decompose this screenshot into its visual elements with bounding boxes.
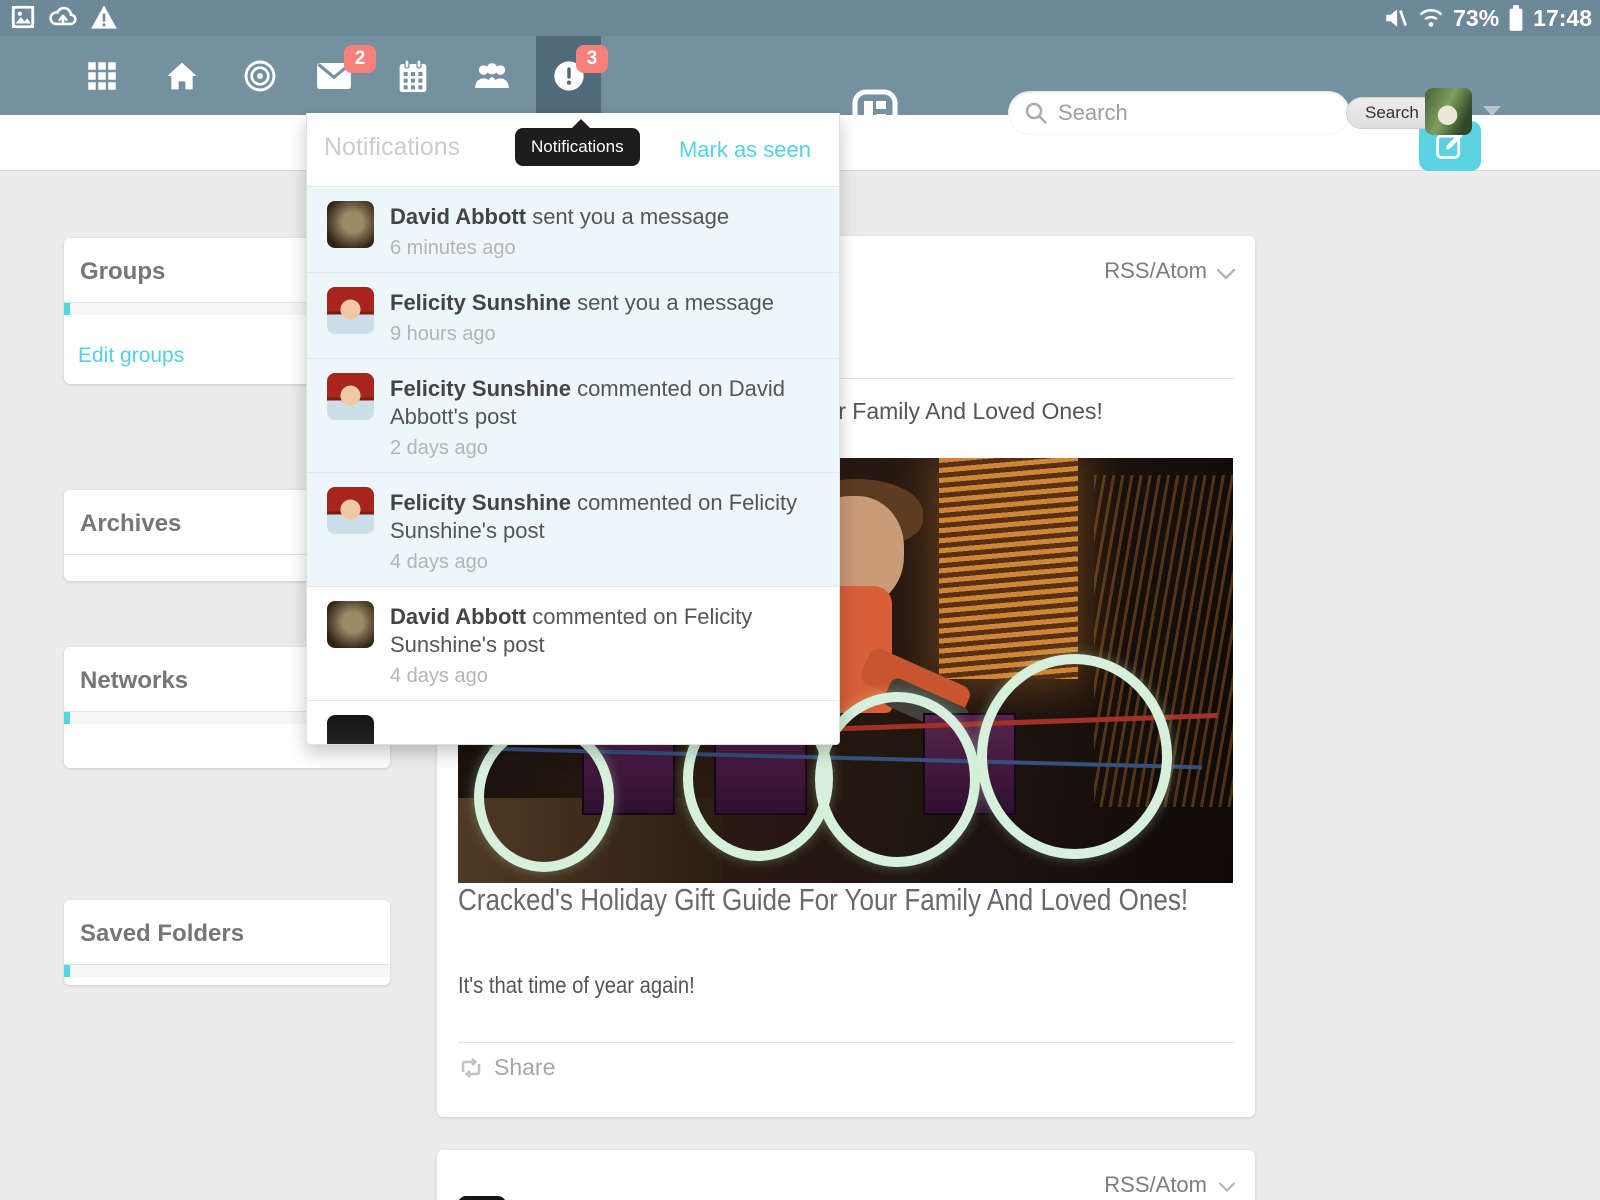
notification-item[interactable]: Felicity Sunshine commented on David Abb… xyxy=(307,358,839,472)
network-item[interactable] xyxy=(64,748,390,760)
mark-as-seen-link[interactable]: Mark as seen xyxy=(679,137,811,163)
notification-actor: Felicity Sunshine xyxy=(390,290,571,315)
notification-text: David Abbott sent you a message 6 minute… xyxy=(390,201,819,260)
network-button[interactable] xyxy=(228,36,292,115)
notification-time: 2 days ago xyxy=(390,436,819,460)
battery-percent: 73% xyxy=(1453,5,1499,32)
coaster-loop xyxy=(977,654,1172,859)
friendica-app: 73% 17:48 2 3 xyxy=(0,0,1600,1200)
battery-icon xyxy=(1507,4,1525,32)
android-status-bar: 73% 17:48 xyxy=(0,0,1600,36)
chevron-down-icon[interactable] xyxy=(1217,1180,1237,1194)
tooltip: Notifications xyxy=(515,128,640,166)
clock: 17:48 xyxy=(1533,5,1592,32)
notification-action: sent you a message xyxy=(532,204,729,229)
notification-time: 4 days ago xyxy=(390,550,819,574)
friendica-logo[interactable] xyxy=(852,89,898,135)
avatar xyxy=(327,715,374,745)
retweet-icon xyxy=(458,1057,484,1079)
notification-text: Felicity Sunshine commented on David Abb… xyxy=(390,373,819,460)
apps-grid-button[interactable] xyxy=(70,36,134,115)
notification-text: Felicity Sunshine commented on Felicity … xyxy=(390,487,819,574)
notification-time: 9 hours ago xyxy=(390,322,819,346)
divider xyxy=(458,1042,1234,1043)
avatar xyxy=(327,201,374,248)
notification-item[interactable]: Felicity Sunshine commented on Felicity … xyxy=(307,472,839,586)
user-avatar[interactable] xyxy=(1425,88,1472,135)
attachment-title[interactable]: Cracked's Holiday Gift Guide For Your Fa… xyxy=(458,880,1239,919)
avatar xyxy=(327,601,374,648)
folder-item[interactable] xyxy=(64,965,390,977)
notifications-dropdown: Notifications Mark as seen David Abbott … xyxy=(306,113,840,745)
notification-list: David Abbott sent you a message 6 minute… xyxy=(307,186,839,745)
notifications-badge: 3 xyxy=(576,45,608,73)
home-icon xyxy=(166,61,198,91)
saved-folders-panel: Saved Folders xyxy=(64,900,390,985)
notification-time: 6 minutes ago xyxy=(390,236,819,260)
search-bar: Search xyxy=(1008,91,1350,135)
warning-icon xyxy=(90,4,118,30)
cloud-upload-icon xyxy=(48,4,78,30)
share-button[interactable]: Share xyxy=(458,1054,555,1081)
panel-title: Saved Folders xyxy=(64,900,390,964)
contacts-button[interactable] xyxy=(460,36,524,115)
notification-item[interactable]: David Abbott sent you a message 6 minute… xyxy=(307,186,839,272)
avatar xyxy=(327,287,374,334)
wifi-icon xyxy=(1417,5,1445,31)
bullseye-icon xyxy=(244,60,276,92)
avatar xyxy=(327,487,374,534)
notification-actor: David Abbott xyxy=(390,204,526,229)
messages-badge: 2 xyxy=(344,45,376,73)
notification-action: sent you a message xyxy=(577,290,774,315)
top-navbar: 2 3 Search xyxy=(0,36,1600,115)
share-label: Share xyxy=(494,1054,555,1081)
chevron-down-icon[interactable] xyxy=(1215,266,1237,282)
compose-icon xyxy=(1435,131,1465,161)
notification-actor: David Abbott xyxy=(390,604,526,629)
search-icon xyxy=(1024,101,1048,125)
notification-item[interactable] xyxy=(307,700,839,745)
notification-time: 4 days ago xyxy=(390,664,819,688)
notification-text xyxy=(390,715,819,745)
attachment-description: It's that time of year again! xyxy=(458,972,1250,999)
notification-text: Felicity Sunshine sent you a message 9 h… xyxy=(390,287,819,346)
home-button[interactable] xyxy=(150,36,214,115)
saved-folders-list xyxy=(64,965,390,977)
grid-icon xyxy=(87,61,117,91)
window-blinds xyxy=(939,458,1079,679)
notification-text: David Abbott commented on Felicity Sunsh… xyxy=(390,601,819,688)
avatar xyxy=(327,373,374,420)
users-icon xyxy=(474,61,510,91)
notification-item[interactable]: Felicity Sunshine sent you a message 9 h… xyxy=(307,272,839,358)
dropdown-title: Notifications xyxy=(324,133,460,162)
post-network-label[interactable]: RSS/Atom xyxy=(1104,258,1207,284)
post-card: RSS/Atom xyxy=(437,1150,1255,1200)
user-menu-caret-icon[interactable] xyxy=(1483,106,1501,116)
calendar-button[interactable] xyxy=(381,36,445,115)
post-network-label[interactable]: RSS/Atom xyxy=(1104,1172,1207,1198)
calendar-icon xyxy=(398,60,428,92)
gallery-icon xyxy=(10,4,36,30)
search-input[interactable] xyxy=(1058,100,1346,126)
notification-actor: Felicity Sunshine xyxy=(390,376,571,401)
notification-item[interactable]: David Abbott commented on Felicity Sunsh… xyxy=(307,586,839,700)
avatar xyxy=(458,1196,506,1200)
notification-actor: Felicity Sunshine xyxy=(390,490,571,515)
mute-icon xyxy=(1383,5,1409,31)
